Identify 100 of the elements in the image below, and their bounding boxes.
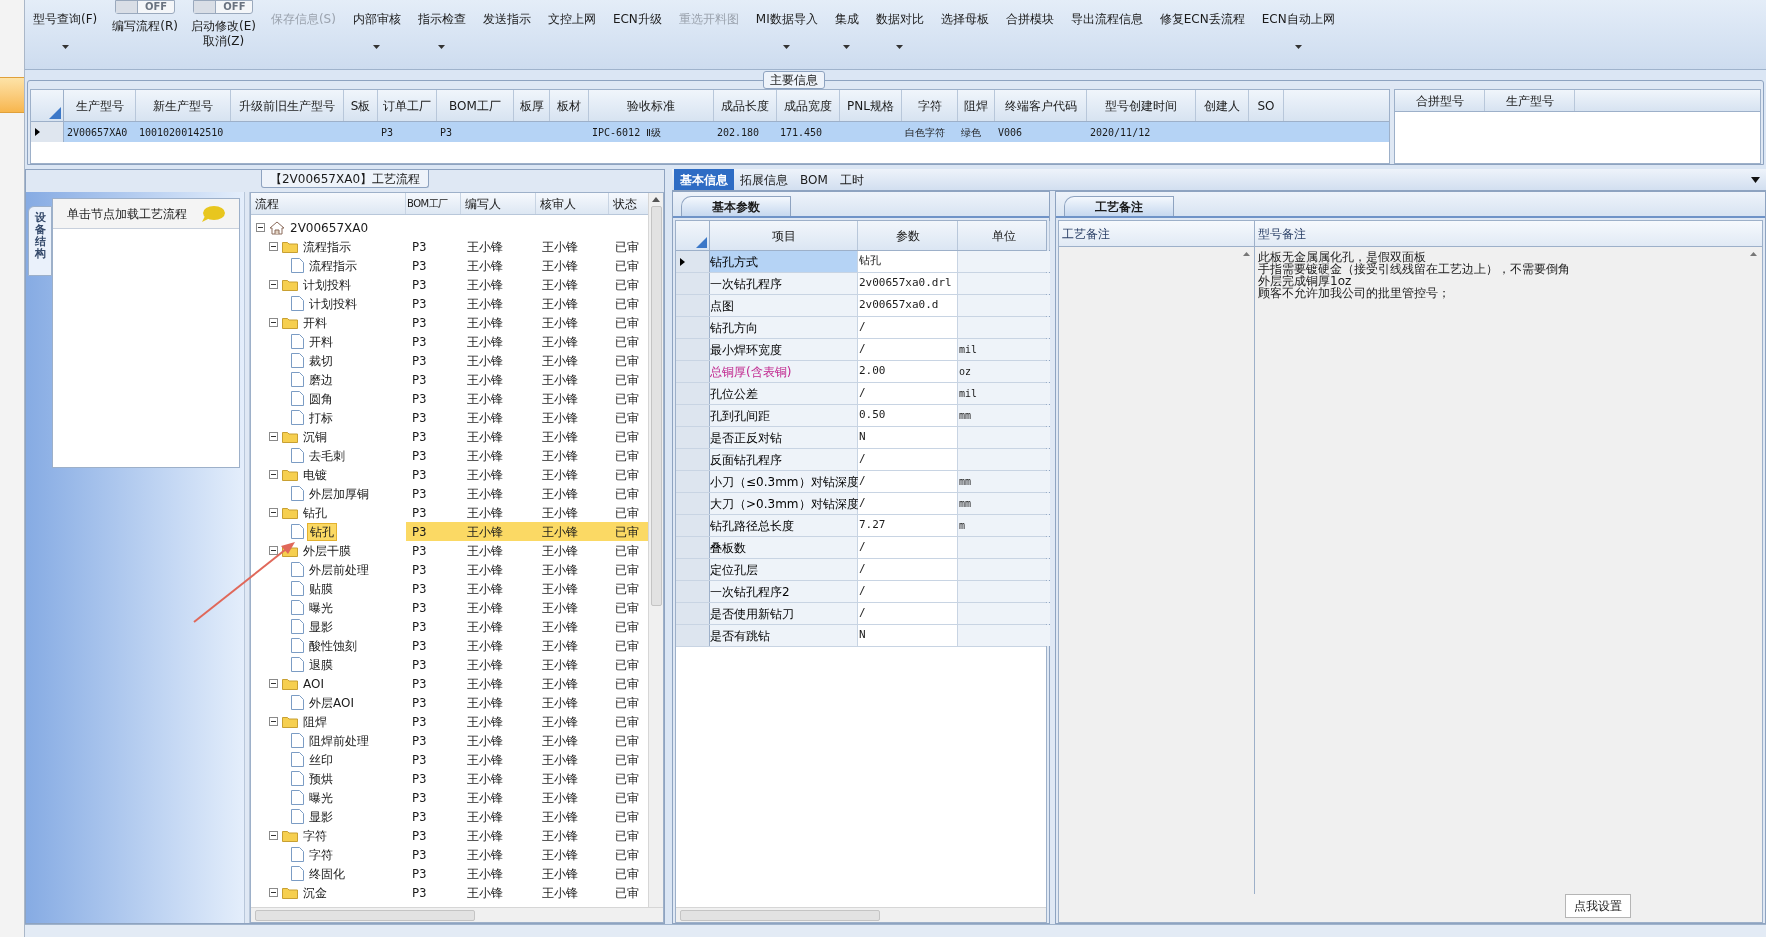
table-cell[interactable]: 孔位公差 <box>710 383 858 404</box>
collapse-toggle-icon[interactable] <box>269 508 278 517</box>
column-header[interactable]: 订单工厂 <box>378 90 437 121</box>
tree-node[interactable]: 钻孔 <box>307 522 337 541</box>
collapse-toggle-icon[interactable] <box>269 280 278 289</box>
toggle-switch[interactable]: OFF <box>193 0 254 14</box>
tree-node[interactable]: 去毛刺 <box>307 446 347 465</box>
column-header[interactable]: 新生产型号 <box>136 90 231 121</box>
toolbar-button[interactable]: 修复ECN丢流程 <box>1157 0 1247 56</box>
tab[interactable]: 基本参数 <box>681 196 791 216</box>
row-header[interactable] <box>676 251 710 272</box>
table-cell[interactable]: 反面钻孔程序 <box>710 449 858 470</box>
table-row[interactable]: 2V00657XA0 10010200142510 P3 P3 IPC-6012 Ⅱ级 202.180 171.450 白色字符 绿色 V006 2020/11/12 <box>31 122 1389 142</box>
scroll-up-icon[interactable] <box>652 197 660 202</box>
scrollbar[interactable] <box>676 907 1046 922</box>
tree-node[interactable]: 终固化 <box>307 864 347 883</box>
table-cell[interactable]: 钻孔方式 <box>710 251 858 272</box>
collapse-toggle-icon[interactable] <box>269 318 278 327</box>
toolbar-button[interactable]: 合拼模块 <box>1003 0 1056 56</box>
column-header[interactable]: 合拼型号 <box>1395 90 1485 111</box>
tree-node[interactable]: 阻焊前处理 <box>307 731 371 750</box>
tab[interactable]: BOM <box>794 169 834 190</box>
tree-node[interactable]: 字符 <box>301 826 329 845</box>
collapse-toggle-icon[interactable] <box>269 831 278 840</box>
collapse-toggle-icon[interactable] <box>269 546 278 555</box>
table-cell[interactable]: 是否正反对钻 <box>710 427 858 448</box>
side-tab[interactable] <box>0 77 24 113</box>
column-header[interactable]: 项目 <box>710 221 858 250</box>
tree-node[interactable]: 磨边 <box>307 370 335 389</box>
table-cell[interactable]: 大刀（>0.3mm）对钻深度 <box>710 493 858 514</box>
tree-node[interactable]: 计划投料 <box>301 275 353 294</box>
toolbar-button[interactable]: 指示检查 <box>415 0 468 56</box>
table-cell[interactable]: 定位孔层 <box>710 559 858 580</box>
column-header[interactable]: S板 <box>344 90 378 121</box>
tree-node[interactable]: 2V00657XA0 <box>288 218 371 237</box>
scrollbar[interactable] <box>648 193 663 907</box>
collapse-toggle-icon[interactable] <box>269 242 278 251</box>
collapse-toggle-icon[interactable] <box>269 888 278 897</box>
toolbar-button[interactable]: 导出流程信息 <box>1068 0 1145 56</box>
collapse-toggle-icon[interactable] <box>269 717 278 726</box>
tree-node[interactable]: 酸性蚀刻 <box>307 636 359 655</box>
tree-node[interactable]: 退膜 <box>307 655 335 674</box>
collapse-toggle-icon[interactable] <box>269 470 278 479</box>
column-header[interactable]: 字符 <box>902 90 958 121</box>
column-header[interactable]: 型号创建时间 <box>1087 90 1196 121</box>
toolbar-button[interactable]: 文控上网 <box>545 0 598 56</box>
collapse-toggle-icon[interactable] <box>269 432 278 441</box>
tree-node[interactable]: 圆角 <box>307 389 335 408</box>
table-cell[interactable]: 点图 <box>710 295 858 316</box>
tree-node[interactable]: 外层AOI <box>307 693 356 712</box>
tree-node[interactable]: 曝光 <box>307 598 335 617</box>
tree-node[interactable]: 丝印 <box>307 750 335 769</box>
tree-node[interactable]: 沉金 <box>301 883 329 902</box>
tree-node[interactable]: 计划投料 <box>307 294 359 313</box>
toolbar-button[interactable]: 选择母板 <box>938 0 991 56</box>
table-cell[interactable]: 钻孔方向 <box>710 317 858 338</box>
column-header[interactable]: 阻焊 <box>958 90 995 121</box>
tree-node[interactable]: 钻孔 <box>301 503 329 522</box>
tree-node[interactable]: 阻焊 <box>301 712 329 731</box>
tab[interactable]: 工艺备注 <box>1064 196 1174 216</box>
tree-node[interactable]: AOI <box>301 674 326 693</box>
collapse-toggle-icon[interactable] <box>256 223 265 232</box>
table-cell[interactable]: 钻孔路径总长度 <box>710 515 858 536</box>
toolbar-button[interactable]: ECN升级 <box>610 0 664 56</box>
column-header[interactable]: 编写人 <box>461 193 536 214</box>
tree-node[interactable]: 预烘 <box>307 769 335 788</box>
model-note-field[interactable]: 此板无金属属化孔，是假双面板 手指需要镀硬金（接受引线残留在工艺边上），不需要倒角 外层完成铜厚1oz 顾客不允许加我公司的批里管控号； <box>1255 247 1744 894</box>
tree-node[interactable]: 打标 <box>307 408 335 427</box>
table-cell[interactable]: 小刀（≤0.3mm）对钻深度 <box>710 471 858 492</box>
column-header[interactable]: SO <box>1249 90 1284 121</box>
column-header[interactable]: 参数 <box>858 221 958 250</box>
toolbar-button[interactable]: 发送指示 <box>480 0 533 56</box>
column-header[interactable]: 生产型号 <box>64 90 136 121</box>
toolbar-button[interactable]: 集成 <box>832 0 861 56</box>
column-header[interactable]: 创建人 <box>1196 90 1249 121</box>
tree-node[interactable]: 电镀 <box>301 465 329 484</box>
column-header[interactable]: 升级前旧生产型号 <box>231 90 344 121</box>
dropdown-icon[interactable] <box>1751 177 1760 183</box>
tree-node[interactable]: 外层加厚铜 <box>307 484 371 503</box>
collapse-toggle-icon[interactable] <box>269 679 278 688</box>
scroll-up-icon[interactable] <box>1749 252 1757 256</box>
tree-node[interactable]: 沉铜 <box>301 427 329 446</box>
tree-node[interactable]: 流程指示 <box>301 237 353 256</box>
toolbar-button[interactable]: 内部审核 <box>350 0 403 56</box>
tab[interactable]: 拓展信息 <box>734 169 794 190</box>
column-header[interactable]: 流程 <box>251 193 406 214</box>
column-header[interactable]: 终端客户代码 <box>995 90 1087 121</box>
tree-node[interactable]: 外层干膜 <box>301 541 353 560</box>
tree-node[interactable]: 贴膜 <box>307 579 335 598</box>
tree-node[interactable]: 开料 <box>307 332 335 351</box>
toolbar-button[interactable]: MI数据导入 <box>753 0 820 56</box>
tree-node[interactable]: 外层前处理 <box>307 560 371 579</box>
tree-node[interactable]: 流程指示 <box>307 256 359 275</box>
table-cell[interactable]: 孔到孔间距 <box>710 405 858 426</box>
table-cell[interactable]: 是否有跳钻 <box>710 625 858 646</box>
column-header[interactable]: 板材 <box>550 90 589 121</box>
tree-node[interactable]: 显影 <box>307 807 335 826</box>
toolbar-button[interactable]: 型号查询(F) <box>31 0 100 56</box>
tree-node[interactable]: 开料 <box>301 313 329 332</box>
toolbar-button[interactable]: 数据对比 <box>873 0 926 56</box>
